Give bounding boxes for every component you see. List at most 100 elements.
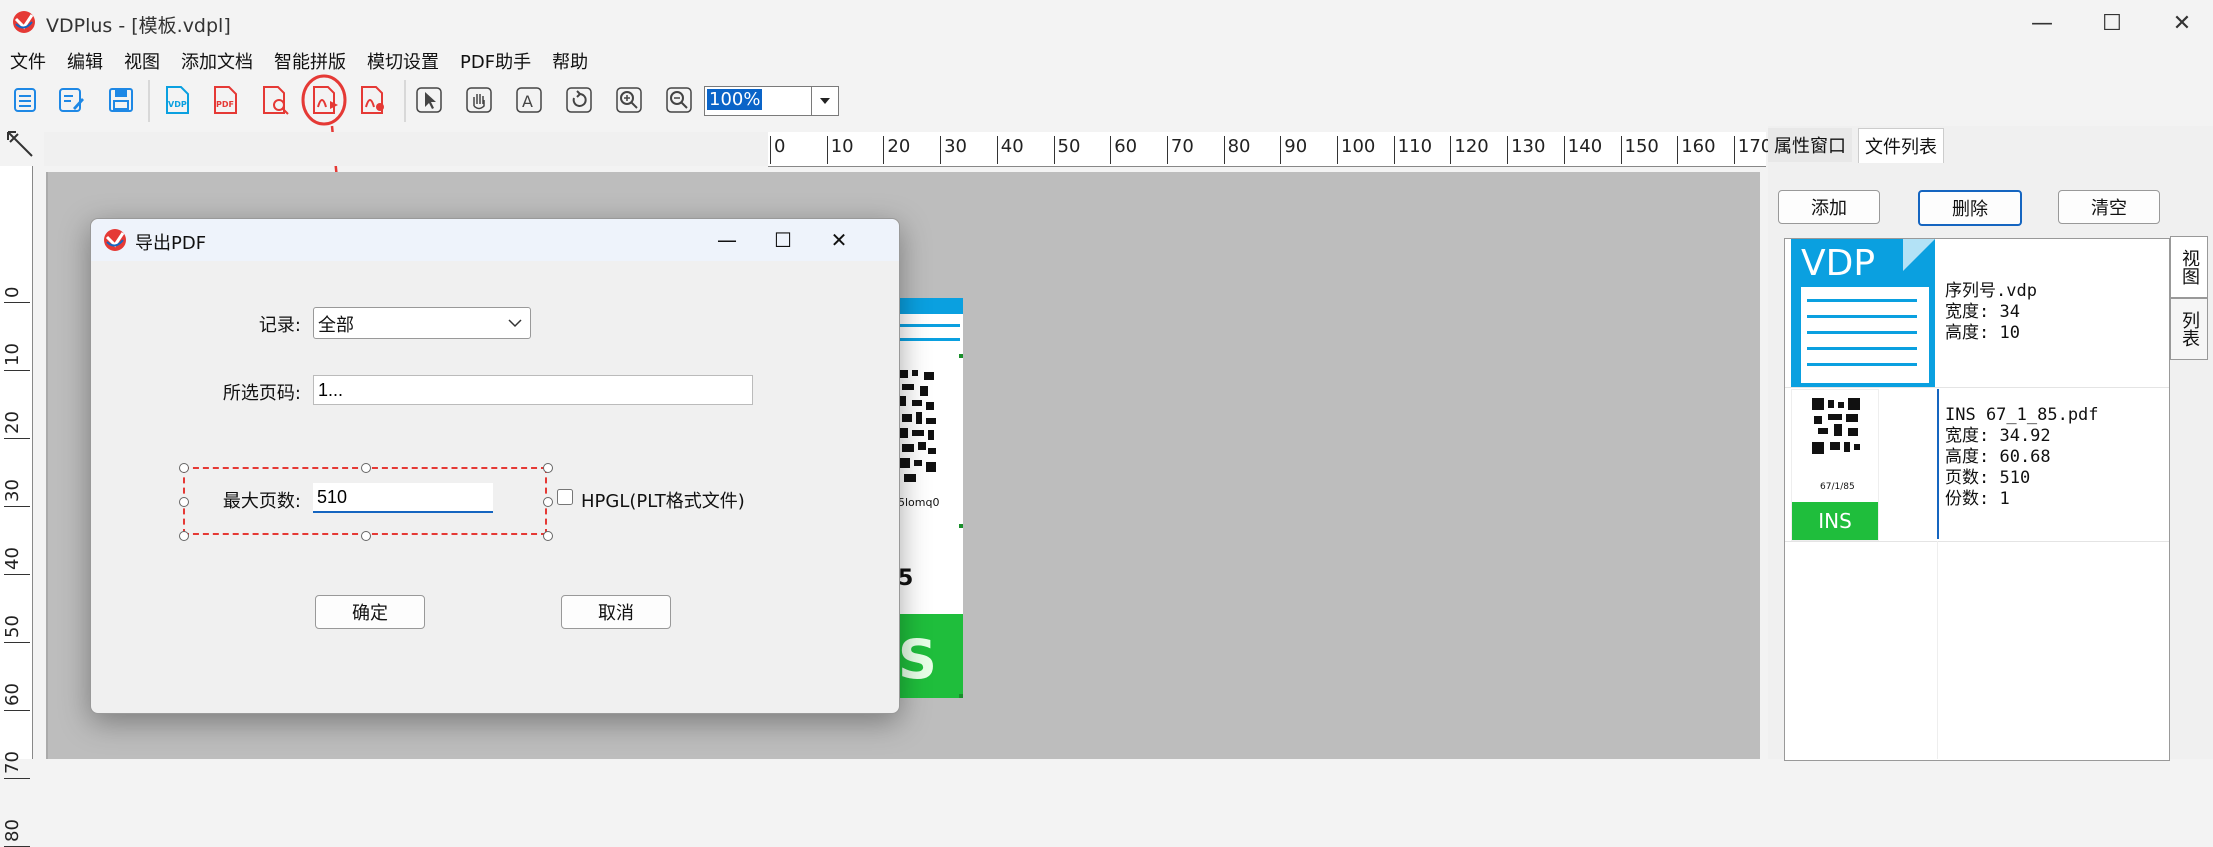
svg-text:PDF: PDF (216, 100, 234, 109)
qr-code-icon (1812, 398, 1860, 454)
file-width: 宽度: 34.92 (1945, 426, 2051, 446)
dialog-maximize-button[interactable]: ☐ (755, 223, 811, 257)
list-item[interactable]: VDP 序列号.vdp 宽度: 34 高度: 10 (1785, 239, 2169, 388)
thumb-line (1807, 347, 1917, 350)
selection-handle[interactable] (959, 354, 963, 358)
export-pdf-dialog: 导出PDF — ☐ ✕ 记录: 全部 所选页码: 最大页数: HPGL(PLT格… (90, 218, 900, 714)
ruler-tick-line (1620, 136, 1622, 164)
resize-handle (543, 463, 553, 473)
close-button[interactable]: ✕ (2152, 6, 2212, 40)
side-tab-list[interactable]: 列表 (2170, 298, 2208, 360)
ruler-tick-line (4, 710, 30, 711)
ruler-tick-label: 60 (1114, 136, 1138, 157)
file-pages: 页数: 510 (1945, 468, 2031, 488)
zoom-out-icon[interactable] (662, 83, 696, 117)
pdf-settings-icon[interactable] (356, 83, 390, 117)
pdf-icon[interactable]: PDF (208, 83, 242, 117)
ruler-tick-line (4, 778, 30, 779)
menu-smart-imposition[interactable]: 智能拼版 (264, 48, 356, 74)
menu-die-cut-settings[interactable]: 模切设置 (357, 48, 449, 74)
maximize-button[interactable]: ☐ (2082, 6, 2142, 40)
thumb-line (1807, 315, 1917, 318)
tab-file-list[interactable]: 文件列表 (1858, 128, 1944, 163)
ruler-tick-label: 0 (774, 136, 786, 157)
hpgl-checkbox[interactable] (557, 489, 573, 505)
vdp-thumbnail: VDP (1791, 239, 1935, 387)
ruler-tick-line (1053, 136, 1055, 164)
menu-view[interactable]: 视图 (114, 48, 170, 74)
menu-edit[interactable]: 编辑 (57, 48, 113, 74)
selection-handle[interactable] (959, 524, 963, 528)
add-button[interactable]: 添加 (1778, 190, 1880, 224)
selection-bar (1937, 389, 1939, 539)
thumb-line (1807, 363, 1917, 366)
ruler-tick-label: 130 (1511, 136, 1546, 157)
dialog-close-button[interactable]: ✕ (811, 223, 867, 257)
ruler-tick-label: 140 (1567, 136, 1603, 157)
ruler-tick-line (1280, 136, 1282, 164)
clear-button[interactable]: 清空 (2058, 190, 2160, 224)
ruler-tick-label: 40 (1000, 136, 1024, 157)
ruler-tick-label: 10 (830, 136, 854, 157)
ruler-tick-line (1166, 136, 1168, 164)
menu-add-document[interactable]: 添加文档 (171, 48, 263, 74)
ruler-tick-label: 60 (2, 683, 23, 706)
resize-handle (179, 531, 189, 541)
file-name: 序列号.vdp (1945, 281, 2037, 301)
rotate-icon[interactable] (562, 83, 596, 117)
vdp-icon[interactable]: VDP (160, 83, 194, 117)
text-icon[interactable]: A (512, 83, 546, 117)
hpgl-label: HPGL(PLT格式文件) (581, 491, 745, 512)
ruler-tick-line (996, 136, 998, 164)
ruler-tick-label: 0 (2, 286, 23, 298)
minimize-button[interactable]: — (2012, 6, 2072, 40)
resize-handle (543, 531, 553, 541)
resize-handle (361, 463, 371, 473)
side-tab-view[interactable]: 视图 (2170, 236, 2208, 298)
edit-icon[interactable] (54, 83, 88, 117)
ruler-tick-label: 50 (1057, 136, 1081, 157)
select-arrow-icon[interactable] (412, 83, 446, 117)
selection-handle[interactable] (959, 694, 963, 698)
file-info: 序列号.vdp 宽度: 34 高度: 10 (1945, 281, 2037, 344)
max-pages-input[interactable] (313, 483, 493, 513)
zoom-dropdown-button[interactable] (811, 86, 839, 116)
save-icon[interactable] (104, 83, 138, 117)
tab-properties[interactable]: 属性窗口 (1768, 128, 1852, 162)
pdf-search-icon[interactable] (258, 83, 292, 117)
ruler-tick-label: 160 (1681, 136, 1716, 157)
menu-help[interactable]: 帮助 (542, 48, 598, 74)
menu-file[interactable]: 文件 (0, 48, 56, 74)
label-big-number: 5 (898, 566, 914, 591)
ruler-corner (0, 126, 44, 166)
list-item[interactable]: 67/1/85 INS INS 67_1_85.pdf 宽度: 34.92 高度… (1785, 389, 2169, 542)
ruler-tick-line (1110, 136, 1112, 164)
ok-button[interactable]: 确定 (315, 595, 425, 629)
pages-input[interactable] (313, 375, 753, 405)
ruler-tick-line (4, 370, 30, 371)
hand-icon[interactable] (462, 83, 496, 117)
ruler-tick-label: 70 (1170, 136, 1194, 157)
resize-handle (543, 497, 553, 507)
svg-text:A: A (522, 92, 533, 111)
cancel-button[interactable]: 取消 (561, 595, 671, 629)
ruler-tick-label: 30 (2, 479, 23, 502)
toolbar-separator (404, 80, 406, 122)
menu-pdf-assistant[interactable]: PDF助手 (450, 48, 541, 74)
ruler-tick-label: 80 (1227, 136, 1251, 157)
dialog-minimize-button[interactable]: — (699, 223, 755, 257)
ruler-tick-line (1223, 136, 1225, 164)
label-green-text: S (898, 628, 937, 691)
list-icon[interactable] (8, 83, 42, 117)
label-line (896, 338, 960, 341)
label-preview[interactable]: 5lomq0 5 S (896, 298, 963, 698)
toolbar-separator (148, 80, 150, 122)
vdp-thumb-corner (1903, 239, 1935, 271)
ins-thumbnail: 67/1/85 INS (1791, 389, 1879, 541)
record-select[interactable]: 全部 (313, 307, 531, 339)
title-bar (0, 0, 2213, 46)
zoom-in-icon[interactable] (612, 83, 646, 117)
file-info: INS 67_1_85.pdf 宽度: 34.92 高度: 60.68 页数: … (1945, 405, 2099, 510)
max-pages-label: 最大页数: (222, 491, 301, 512)
delete-button[interactable]: 删除 (1918, 190, 2022, 226)
